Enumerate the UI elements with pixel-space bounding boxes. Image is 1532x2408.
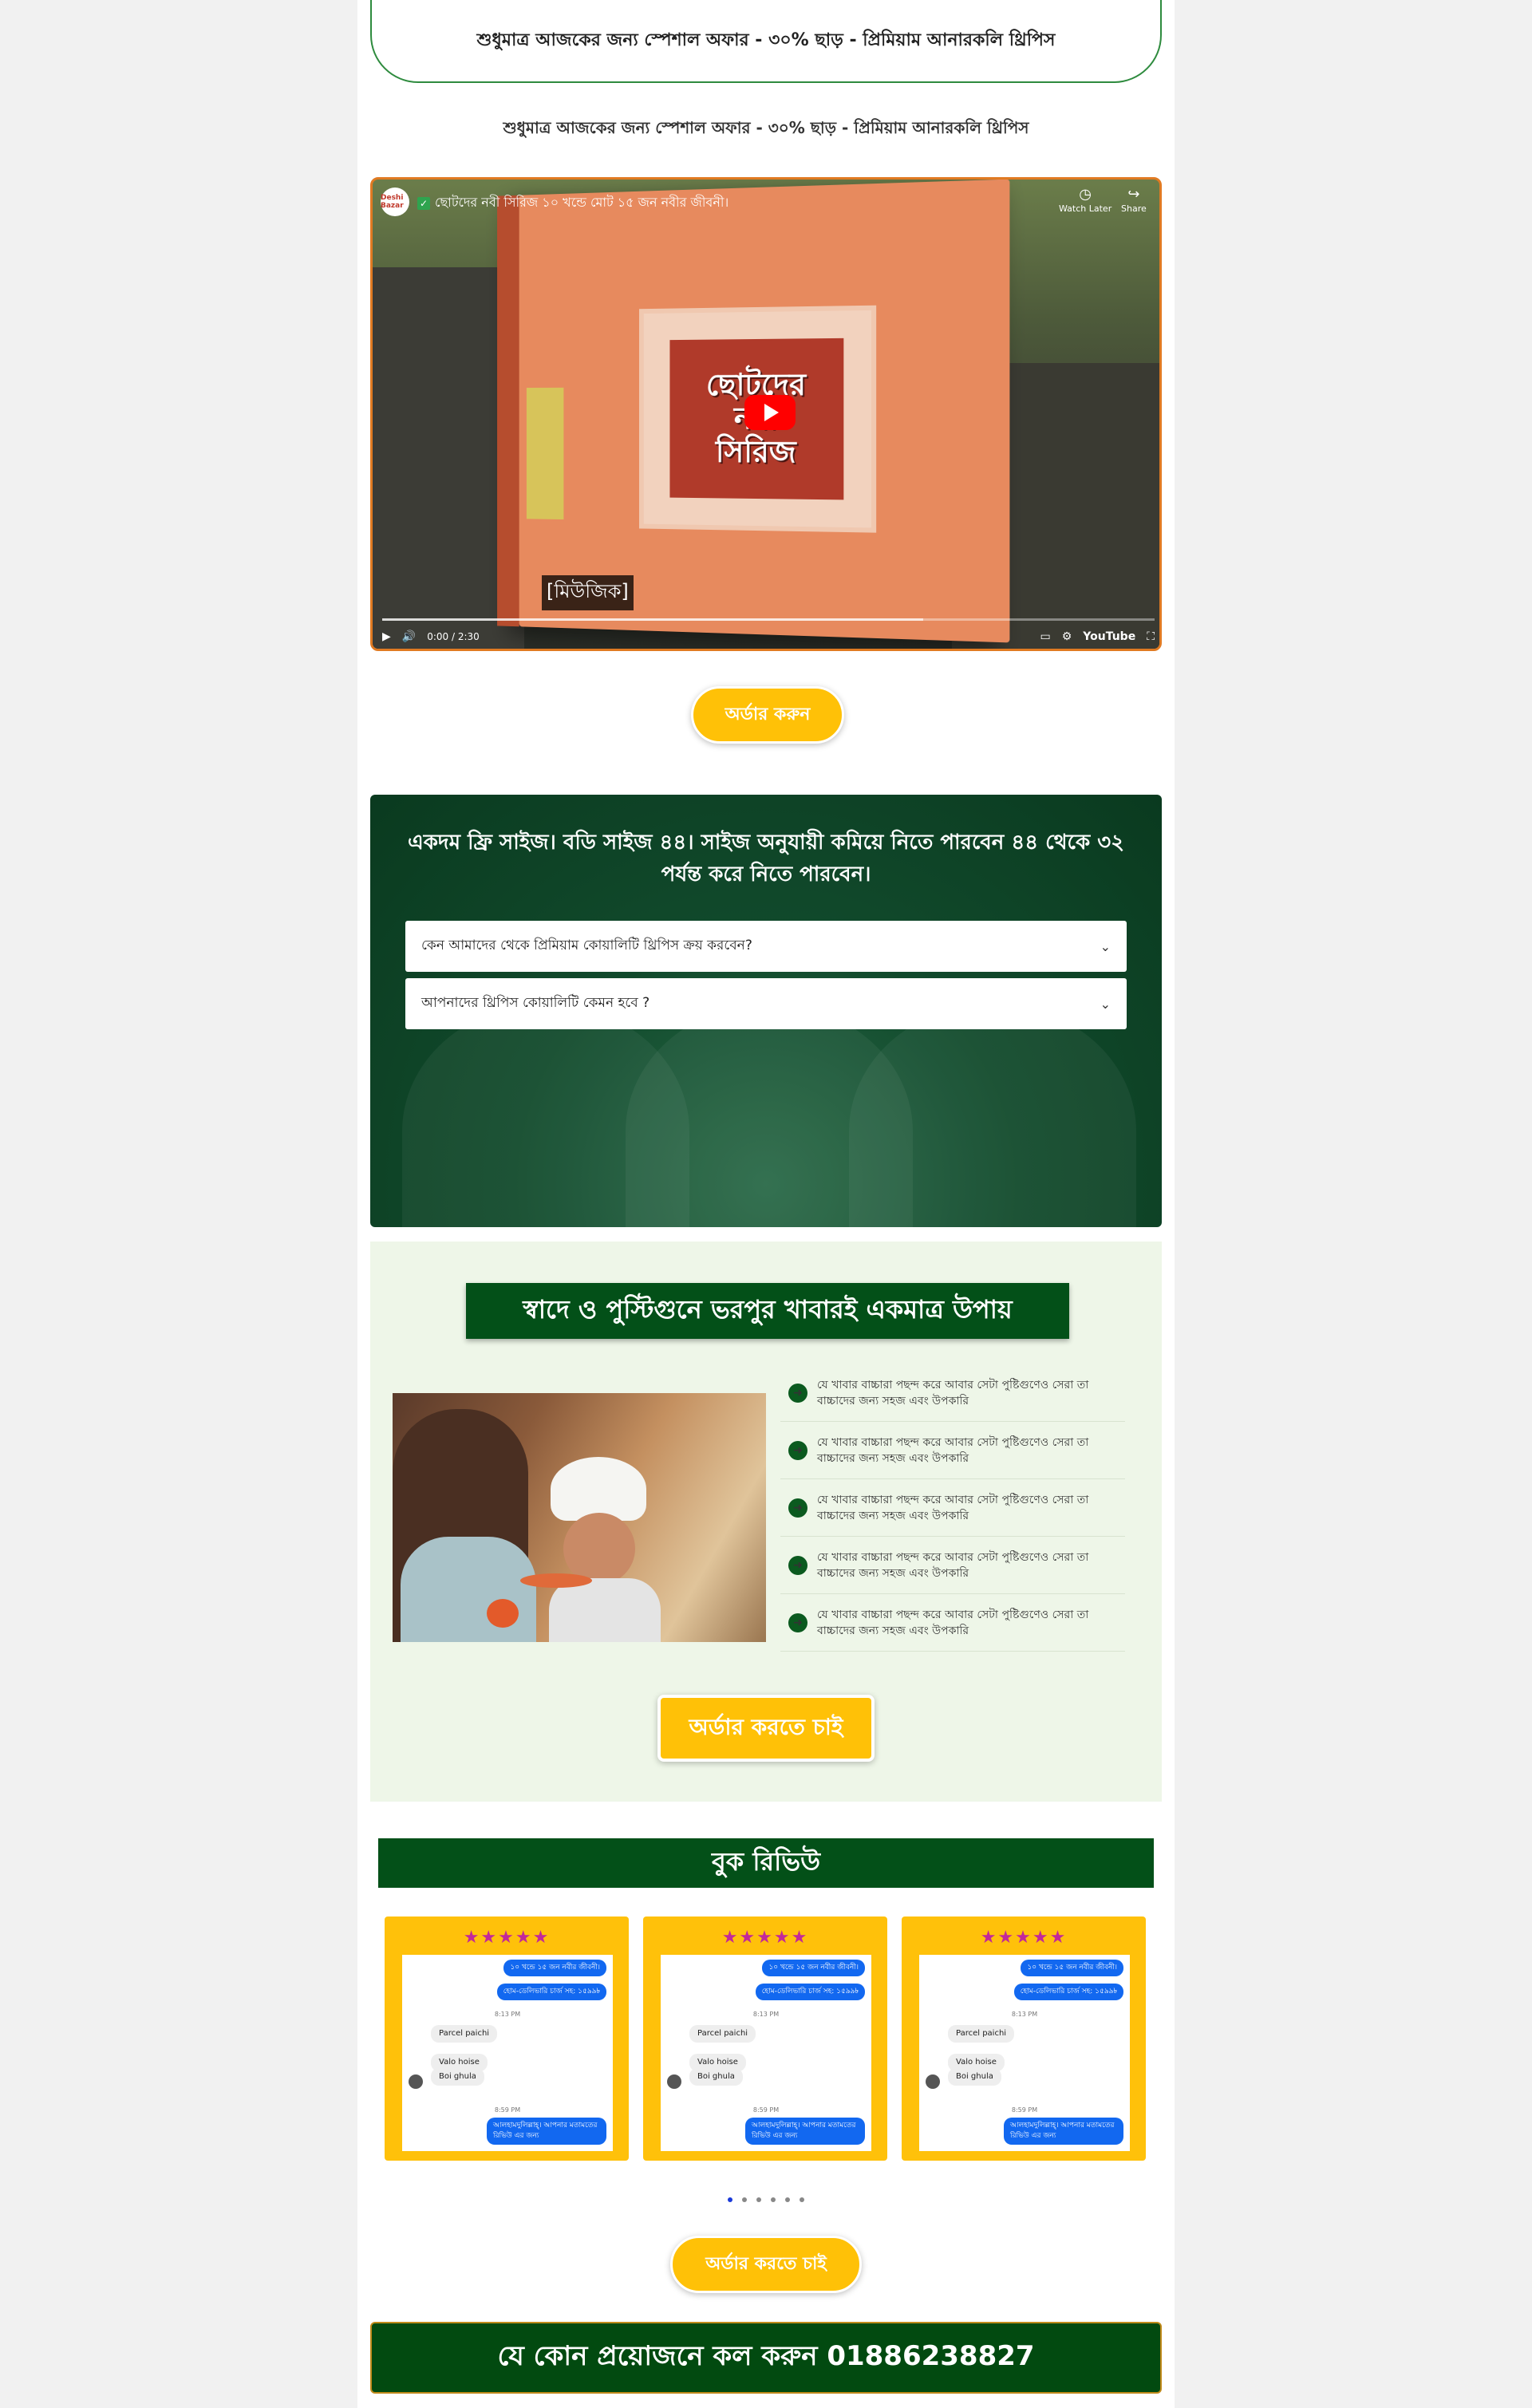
carousel-dot[interactable] xyxy=(742,2197,747,2202)
kids-cooking-photo xyxy=(393,1393,766,1642)
accordion-question: আপনাদের থ্রিপিস কোয়ালিটি কেমন হবে ? xyxy=(421,995,650,1011)
arrow-right-circle-icon: ➜ xyxy=(788,1440,807,1460)
order-button-bottom[interactable]: অর্ডার করতে চাই xyxy=(670,2236,862,2293)
arrow-right-circle-icon: ➜ xyxy=(788,1383,807,1403)
chevron-down-icon: ⌄ xyxy=(1100,996,1111,1012)
list-item: ➜ যে খাবার বাচ্চারা পছন্দ করে আবার সেটা … xyxy=(780,1594,1125,1652)
chat-screenshot: ১০ খন্ডে ১৫ জন নবীর জীবনী। হোম-ডেলিভারি … xyxy=(919,1955,1130,2151)
checkmark-icon: ✓ xyxy=(417,196,430,210)
chevron-down-icon: ⌄ xyxy=(1100,938,1111,954)
review-card[interactable]: ★★★★★ ১০ খন্ডে ১৫ জন নবীর জীবনী। হোম-ডেল… xyxy=(902,1917,1146,2161)
faq-heading: একদম ফ্রি সাইজ। বডি সাইজ ৪৪। সাইজ অনুযায… xyxy=(407,831,1125,886)
rating-stars: ★★★★★ xyxy=(463,1928,551,1948)
arrow-right-circle-icon: ➜ xyxy=(788,1498,807,1518)
time-display: 0:00 / 2:30 xyxy=(427,631,480,642)
arrow-right-circle-icon: ➜ xyxy=(788,1555,807,1575)
channel-logo[interactable]: Deshi Bazar xyxy=(381,188,409,216)
top-offer-text: শুধুমাত্র আজকের জন্য স্পেশাল অফার - ৩০% … xyxy=(476,30,1056,50)
book-cover-line: সিরিজ xyxy=(715,433,796,470)
carousel-dot[interactable] xyxy=(756,2197,761,2202)
carousel-dot[interactable] xyxy=(728,2197,732,2202)
share-button[interactable]: ↪ Share xyxy=(1121,186,1147,215)
features-heading: স্বাদে ও পুস্টিগুনে ভরপুর খাবারই একমাত্র… xyxy=(466,1283,1069,1339)
subtitles-icon[interactable]: ▭ xyxy=(1040,630,1050,643)
avatar xyxy=(926,2074,940,2089)
chat-screenshot: ১০ খন্ডে ১৫ জন নবীর জীবনী। হোম-ডেলিভারি … xyxy=(402,1955,613,2151)
fullscreen-icon[interactable]: ⛶ xyxy=(1147,630,1155,643)
review-card[interactable]: ★★★★★ ১০ খন্ডে ১৫ জন নবীর জীবনী। হোম-ডেল… xyxy=(643,1917,887,2161)
video-title-text: ছোটদের নবী সিরিজ ১০ খন্ডে মোট ১৫ জন নবীর… xyxy=(435,195,729,210)
reviews-heading: বুক রিভিউ xyxy=(378,1838,1154,1888)
clock-icon: ◷ xyxy=(1079,186,1092,203)
progress-loaded xyxy=(382,618,923,621)
faq-section: একদম ফ্রি সাইজ। বডি সাইজ ৪৪। সাইজ অনুযায… xyxy=(370,795,1162,1227)
landing-page: শুধুমাত্র আজকের জন্য স্পেশাল অফার - ৩০% … xyxy=(357,0,1175,2408)
rating-stars: ★★★★★ xyxy=(721,1928,809,1948)
order-now-button[interactable]: অর্ডার করতে চাই xyxy=(657,1695,875,1762)
accordion-question: কেন আমাদের থেকে প্রিমিয়াম কোয়ালিটি থ্র… xyxy=(421,938,752,953)
watch-later-button[interactable]: ◷ Watch Later xyxy=(1059,186,1111,215)
chat-screenshot: ১০ খন্ডে ১৫ জন নবীর জীবনী। হোম-ডেলিভারি … xyxy=(661,1955,871,2151)
settings-gear-icon[interactable]: ⚙ xyxy=(1062,630,1072,643)
review-card[interactable]: ★★★★★ ১০ খন্ডে ১৫ জন নবীর জীবনী। হোম-ডেল… xyxy=(385,1917,629,2161)
rating-stars: ★★★★★ xyxy=(980,1928,1068,1948)
video-title[interactable]: ✓ ছোটদের নবী সিরিজ ১০ খন্ডে মোট ১৫ জন নব… xyxy=(417,192,728,214)
avatar xyxy=(667,2074,681,2089)
arrow-right-circle-icon: ➜ xyxy=(788,1613,807,1632)
youtube-logo[interactable]: YouTube xyxy=(1083,630,1135,643)
list-item: ➜ যে খাবার বাচ্চারা পছন্দ করে আবার সেটা … xyxy=(780,1537,1125,1594)
avatar xyxy=(409,2074,423,2089)
play-button[interactable] xyxy=(744,395,796,430)
carousel-dot[interactable] xyxy=(771,2197,776,2202)
video-player[interactable]: ছোটদের নবী সিরিজ Deshi Bazar ✓ ছোটদের নব… xyxy=(370,177,1162,651)
features-list: ➜ যে খাবার বাচ্চারা পছন্দ করে আবার সেটা … xyxy=(780,1364,1125,1652)
volume-icon[interactable]: 🔊 xyxy=(402,630,416,643)
share-icon: ↪ xyxy=(1127,186,1140,203)
carousel-dot[interactable] xyxy=(800,2197,804,2202)
progress-bar[interactable] xyxy=(382,618,1155,621)
sub-headline: শুধুমাত্র আজকের জন্য স্পেশাল অফার - ৩০% … xyxy=(503,118,1029,137)
top-offer-banner: শুধুমাত্র আজকের জন্য স্পেশাল অফার - ৩০% … xyxy=(370,0,1162,83)
order-button[interactable]: অর্ডার করুন xyxy=(691,686,844,744)
play-icon[interactable]: ▶ xyxy=(382,630,391,643)
player-controls: ▶ 🔊 0:00 / 2:30 ▭ ⚙ YouTube ⛶ xyxy=(382,626,1155,647)
list-item: ➜ যে খাবার বাচ্চারা পছন্দ করে আবার সেটা … xyxy=(780,1479,1125,1537)
call-banner[interactable]: যে কোন প্রয়োজনে কল করুন 01886238827 xyxy=(370,2322,1162,2394)
carousel-dot[interactable] xyxy=(785,2197,790,2202)
carousel-pagination xyxy=(357,2197,1175,2202)
list-item: ➜ যে খাবার বাচ্চারা পছন্দ করে আবার সেটা … xyxy=(780,1422,1125,1479)
list-item: ➜ যে খাবার বাচ্চারা পছন্দ করে আবার সেটা … xyxy=(780,1364,1125,1422)
accordion-item[interactable]: কেন আমাদের থেকে প্রিমিয়াম কোয়ালিটি থ্র… xyxy=(405,921,1127,972)
accordion-item[interactable]: আপনাদের থ্রিপিস কোয়ালিটি কেমন হবে ? ⌄ xyxy=(405,978,1127,1029)
video-caption: [মিউজিক] xyxy=(542,575,634,610)
